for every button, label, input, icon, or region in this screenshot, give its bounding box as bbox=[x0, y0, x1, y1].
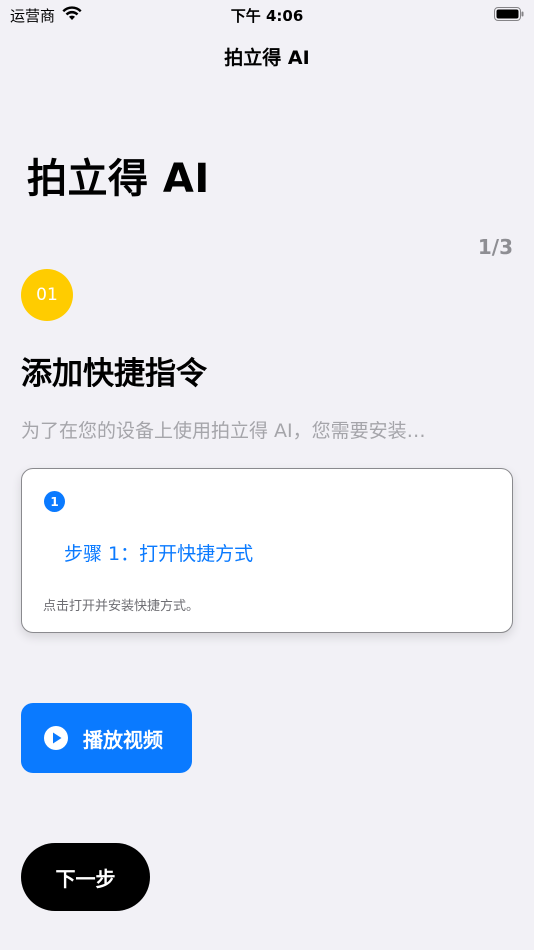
status-time: 下午 4:06 bbox=[230, 7, 304, 25]
play-circle-icon bbox=[44, 726, 68, 750]
section-description: 为了在您的设备上使用拍立得 AI，您需要安装… bbox=[21, 420, 426, 442]
onboarding-screen: 运营商 下午 4:06 拍立得 AI 拍立得 AI 1/3 01 添加快捷指令 … bbox=[0, 0, 534, 950]
page-indicator: 1/3 bbox=[477, 235, 513, 259]
step-card: 1 步骤 1：打开快捷方式 点击打开并安装快捷方式。 bbox=[21, 468, 513, 633]
section-title: 添加快捷指令 bbox=[21, 356, 207, 392]
page-title: 拍立得 AI bbox=[27, 156, 210, 202]
step-badge: 01 bbox=[21, 269, 73, 321]
step-number-badge: 1 bbox=[44, 491, 65, 512]
next-button[interactable]: 下一步 bbox=[21, 843, 150, 911]
battery-icon bbox=[494, 7, 524, 21]
step-hint: 点击打开并安装快捷方式。 bbox=[43, 599, 200, 614]
nav-title: 拍立得 AI bbox=[224, 47, 310, 69]
play-video-label: 播放视频 bbox=[83, 729, 163, 752]
status-bar: 运营商 下午 4:06 bbox=[0, 0, 534, 28]
play-video-button[interactable]: 播放视频 bbox=[21, 703, 192, 773]
open-shortcut-link[interactable]: 步骤 1：打开快捷方式 bbox=[64, 539, 253, 566]
